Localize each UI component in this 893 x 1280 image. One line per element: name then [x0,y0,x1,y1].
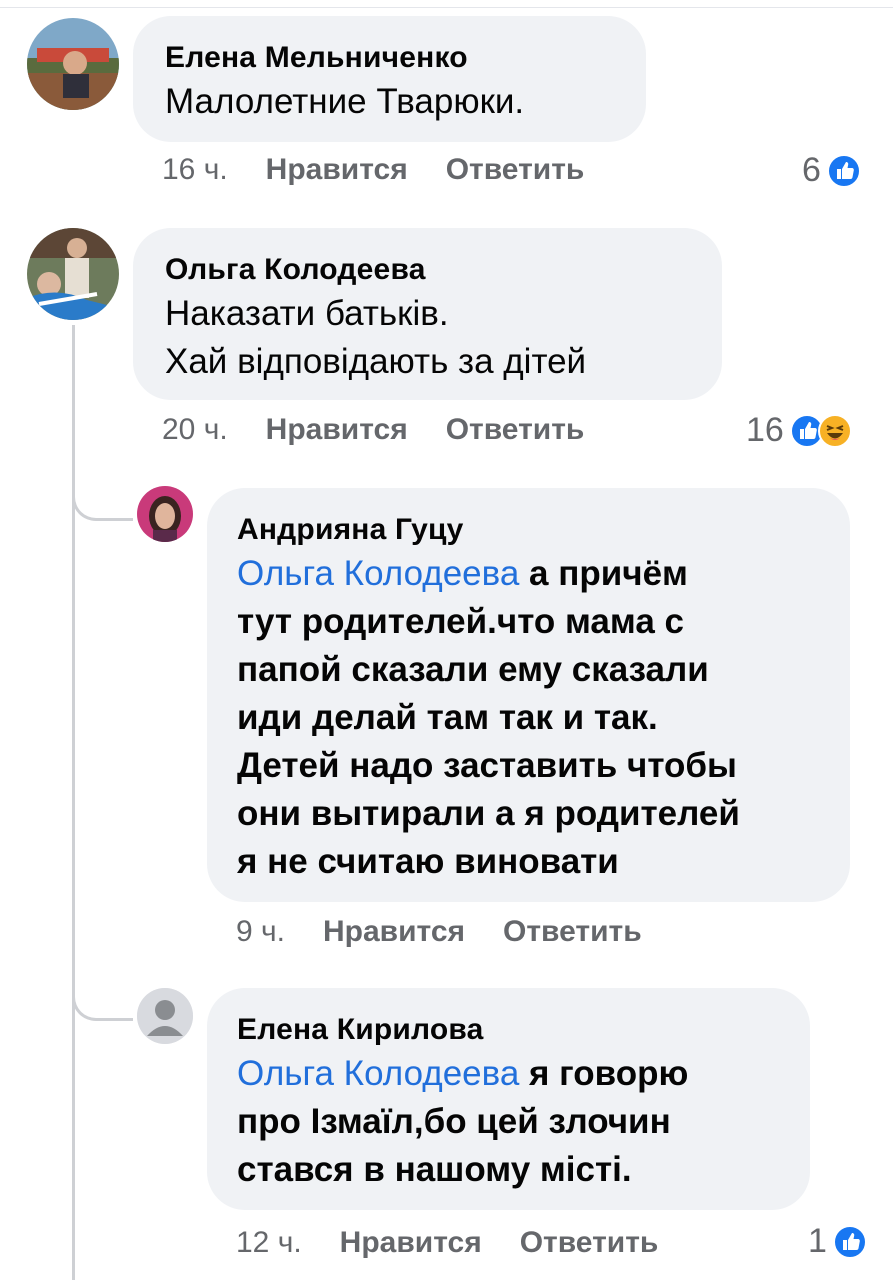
reply-text-line: про Ізмаїл,бо цей злочин [237,1102,671,1141]
reply-text-line: тут родителей.что мама с [237,602,684,641]
comment-author[interactable]: Елена Мельниченко [165,38,616,78]
comment-text-line: Наказати батьків. [165,294,449,333]
avatar-photo [27,18,119,110]
avatar-photo [137,486,193,542]
reply-bubble: Андрияна Гуцу Ольга Колодеева а причём т… [207,488,850,902]
comment-bubble: Елена Мельниченко Малолетние Тварюки. [133,16,646,142]
like-button[interactable]: Нравится [340,1226,482,1260]
reply-button[interactable]: Ответить [446,153,585,187]
top-divider [0,0,893,8]
reply-actions: 9 ч. Нравится Ответить [236,915,642,949]
reply-time[interactable]: 9 ч. [236,915,285,949]
like-button[interactable]: Нравится [266,153,408,187]
reaction-count: 16 [746,411,784,449]
reply-time[interactable]: 12 ч. [236,1226,302,1260]
comment-time[interactable]: 16 ч. [162,153,228,187]
thread-line [72,325,75,1280]
reply-button[interactable]: Ответить [446,413,585,447]
reply-text-line: а причём [519,554,688,593]
reply-text-line: иди делай там так и так. [237,698,658,737]
avatar[interactable] [137,486,193,542]
avatar[interactable] [27,18,119,110]
reaction-summary[interactable]: 16 [746,411,852,450]
avatar-photo [27,228,119,320]
reply-text-line: папой сказали ему сказали [237,650,709,689]
comment-text-line: Хай відповідають за дітей [165,342,587,381]
comment-time[interactable]: 20 ч. [162,413,228,447]
reply-button[interactable]: Ответить [520,1226,659,1260]
reaction-summary[interactable]: 1 [808,1222,867,1261]
reply-connector [72,488,133,521]
comment-actions: 16 ч. Нравится Ответить [162,153,584,187]
reaction-summary[interactable]: 6 [802,151,861,190]
avatar[interactable] [27,228,119,320]
reply-actions: 12 ч. Нравится Ответить [236,1226,658,1260]
mention-link[interactable]: Ольга Колодеева [237,1054,519,1093]
reply-text-line: они вытирали а я родителей [237,794,740,833]
comment-actions: 20 ч. Нравится Ответить [162,413,584,447]
reply-text-line: я говорю [519,1054,689,1093]
comment-bubble: Ольга Колодеева Наказати батьків. Хай ві… [133,228,722,400]
reply-text-line: Детей надо заставить чтобы [237,746,737,785]
like-icon [832,1224,867,1259]
like-button[interactable]: Нравится [323,915,465,949]
default-avatar-icon [137,988,193,1044]
like-icon [826,153,861,188]
mention-link[interactable]: Ольга Колодеева [237,554,519,593]
reaction-count: 1 [808,1222,827,1260]
comment-text: Малолетние Тварюки. [165,82,525,121]
reaction-count: 6 [802,151,821,189]
comment-author[interactable]: Ольга Колодеева [165,250,692,290]
like-button[interactable]: Нравится [266,413,408,447]
reply-bubble: Елена Кирилова Ольга Колодеева я говорю … [207,988,810,1210]
reply-text-line: стався в нашому місті. [237,1150,632,1189]
haha-icon [817,413,852,448]
reply-author[interactable]: Елена Кирилова [237,1010,780,1050]
reply-button[interactable]: Ответить [503,915,642,949]
avatar[interactable] [137,988,193,1044]
reply-author[interactable]: Андрияна Гуцу [237,510,820,550]
reply-connector [72,988,133,1021]
reply-text-line: я не считаю виновати [237,842,619,881]
